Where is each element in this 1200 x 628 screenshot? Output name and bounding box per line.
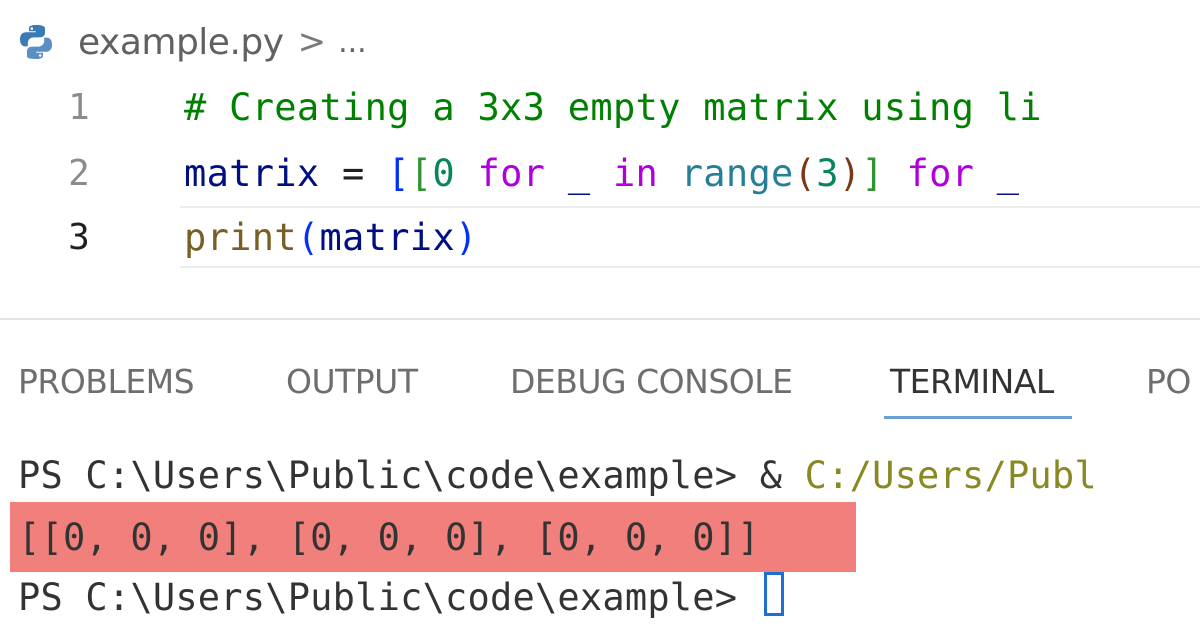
code-line[interactable]: 2 matrix = [[0 for _ in range(3)] for _ <box>0 142 1200 206</box>
code-builtin: range <box>680 152 794 195</box>
code-function: print <box>184 216 297 259</box>
terminal-line[interactable]: PS C:\Users\Public\code\example> <box>18 568 784 628</box>
terminal-output-line: [[0, 0, 0], [0, 0, 0], [0, 0, 0]] <box>18 508 760 568</box>
code-text[interactable]: print(matrix) <box>184 206 478 270</box>
code-number: 0 <box>432 152 455 195</box>
line-number: 3 <box>68 217 90 258</box>
terminal-path: C:/Users/Publ <box>804 454 1097 497</box>
code-comment: # Creating a 3x3 empty matrix using li <box>184 86 1042 129</box>
panel-divider[interactable] <box>0 318 1200 320</box>
breadcrumb: example.py > ... <box>16 18 367 66</box>
code-text[interactable]: # Creating a 3x3 empty matrix using li <box>184 76 1042 140</box>
code-line-current[interactable]: 3 print(matrix) <box>0 206 1200 270</box>
tab-debug-console[interactable]: DEBUG CONSOLE <box>510 358 793 406</box>
code-number: 3 <box>816 152 839 195</box>
code-keyword: for <box>906 152 975 195</box>
tab-ports[interactable]: PO <box>1146 358 1191 406</box>
code-bracket: [ <box>409 152 433 195</box>
code-bracket: ] <box>861 152 884 195</box>
code-keyword: in <box>612 152 659 195</box>
code-line[interactable]: 1 # Creating a 3x3 empty matrix using li <box>0 76 1200 140</box>
tab-problems[interactable]: PROBLEMS <box>18 358 195 406</box>
vscode-window: example.py > ... 1 # Creating a 3x3 empt… <box>0 0 1200 628</box>
terminal-line: PS C:\Users\Public\code\example> & C:/Us… <box>18 446 1097 506</box>
code-paren: ( <box>296 216 320 259</box>
code-operator: = <box>319 152 388 195</box>
terminal-operator: & <box>759 454 805 497</box>
panel-tabs: PROBLEMS OUTPUT DEBUG CONSOLE TERMINAL P… <box>0 350 1200 422</box>
code-keyword: for <box>477 152 546 195</box>
code-paren: ( <box>793 152 817 195</box>
breadcrumb-file[interactable]: example.py <box>78 22 284 63</box>
line-number: 2 <box>68 153 90 194</box>
terminal-prompt: PS C:\Users\Public\code\example> <box>18 454 760 497</box>
tab-terminal[interactable]: TERMINAL <box>890 358 1054 406</box>
terminal-output: [[0, 0, 0], [0, 0, 0], [0, 0, 0]] <box>18 516 760 559</box>
code-paren: ) <box>838 152 862 195</box>
tab-output[interactable]: OUTPUT <box>286 358 418 406</box>
chevron-right-icon: > <box>297 22 327 62</box>
code-variable: _ <box>974 152 1020 195</box>
breadcrumb-more[interactable]: ... <box>338 25 367 60</box>
code-variable: matrix <box>319 216 455 259</box>
code-paren: ) <box>454 216 478 259</box>
python-file-icon <box>16 22 56 62</box>
terminal-prompt: PS C:\Users\Public\code\example> <box>18 576 760 619</box>
terminal-cursor[interactable] <box>763 572 784 616</box>
code-text[interactable]: matrix = [[0 for _ in range(3)] for _ <box>184 142 1019 206</box>
line-number: 1 <box>68 87 90 128</box>
code-bracket: [ <box>387 152 410 195</box>
active-tab-indicator <box>884 416 1072 419</box>
code-variable: matrix <box>184 152 320 195</box>
code-variable: _ <box>545 152 613 195</box>
